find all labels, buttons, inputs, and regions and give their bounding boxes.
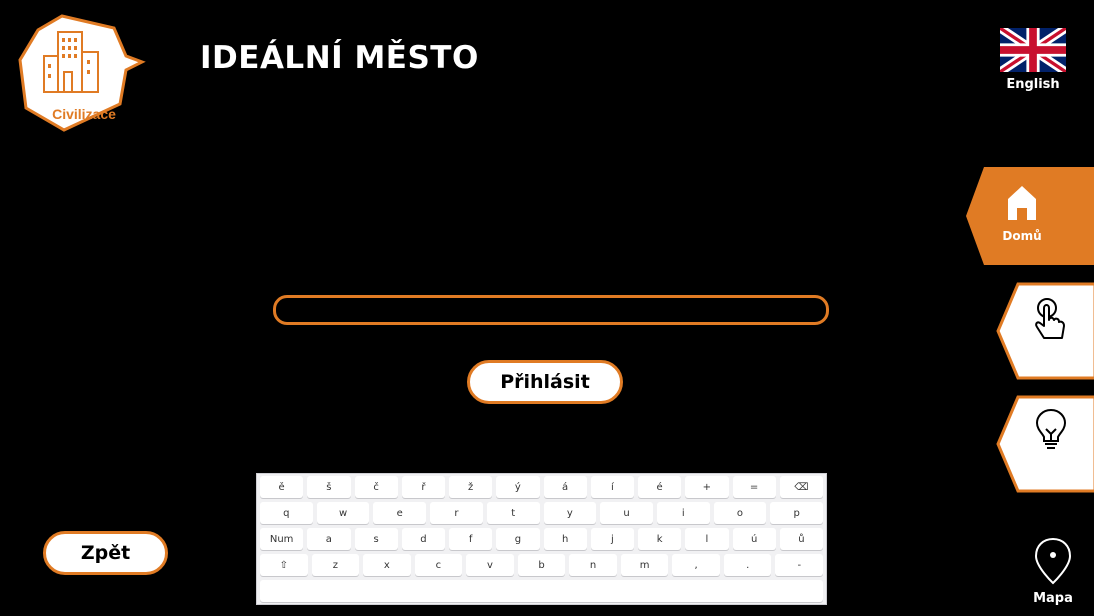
key[interactable]: é <box>638 476 682 498</box>
map-pin-icon <box>1034 537 1072 585</box>
keyboard-row-4: ⇧ z x c v b n m , . - <box>259 554 824 576</box>
key[interactable]: q <box>260 502 313 524</box>
key[interactable]: o <box>713 502 767 524</box>
civilizace-logo: Civilizace <box>14 12 146 134</box>
learn-label-line2: se více <box>1028 471 1076 485</box>
keyboard-row-2: q w e r t y u i o p <box>259 502 824 524</box>
key[interactable]: u <box>600 502 653 524</box>
key[interactable]: a <box>307 528 351 550</box>
key[interactable]: n <box>569 554 617 576</box>
uk-flag-icon <box>1000 28 1066 72</box>
key[interactable]: w <box>316 502 370 524</box>
shift-key[interactable]: ⇧ <box>260 554 308 576</box>
key[interactable]: x <box>363 554 411 576</box>
key[interactable]: ú <box>732 528 776 550</box>
login-button[interactable]: Přihlásit <box>467 360 623 404</box>
key[interactable]: l <box>685 528 729 550</box>
space-bar[interactable] <box>260 580 823 602</box>
key[interactable]: . <box>723 554 772 576</box>
key[interactable]: m <box>620 554 669 576</box>
key[interactable]: - <box>775 554 824 576</box>
home-icon <box>1008 186 1036 220</box>
sidebar-learn-label: Dozvědět se více <box>1016 457 1088 485</box>
key[interactable]: + <box>685 476 729 498</box>
on-screen-keyboard: ě š č ř ž ý á í é + = ⌫ q w e r t y u i … <box>256 473 827 605</box>
key[interactable]: f <box>449 528 493 550</box>
sidebar-item-howto[interactable]: Jak na to <box>996 282 1094 380</box>
key[interactable]: j <box>590 528 634 550</box>
map-button[interactable]: Mapa <box>1030 536 1076 606</box>
keyboard-row-3: Num a s d f g h j k l ú ů <box>259 528 824 550</box>
map-label: Mapa <box>1033 591 1073 606</box>
key[interactable]: t <box>486 502 540 524</box>
sidebar-howto-label: Jak na to <box>1022 350 1082 364</box>
learn-label-line1: Dozvědět <box>1020 457 1084 471</box>
language-switch[interactable]: English <box>1000 28 1066 92</box>
key[interactable]: , <box>672 554 720 576</box>
sidebar-home-label: Domů <box>1002 229 1042 243</box>
back-button[interactable]: Zpět <box>43 531 168 575</box>
lightbulb-icon <box>1035 408 1067 449</box>
key[interactable]: i <box>656 502 710 524</box>
key[interactable]: p <box>770 502 824 524</box>
key[interactable]: b <box>517 554 566 576</box>
key[interactable]: í <box>590 476 634 498</box>
key[interactable]: c <box>414 554 463 576</box>
num-key[interactable]: Num <box>260 528 304 550</box>
key[interactable]: š <box>307 476 351 498</box>
key[interactable]: ě <box>260 476 304 498</box>
key[interactable]: h <box>543 528 587 550</box>
backspace-key[interactable]: ⌫ <box>779 476 823 498</box>
key[interactable]: ů <box>779 528 823 550</box>
key[interactable]: k <box>638 528 682 550</box>
key[interactable]: r <box>430 502 483 524</box>
key[interactable]: ř <box>401 476 445 498</box>
key[interactable]: = <box>732 476 776 498</box>
key[interactable]: v <box>466 554 514 576</box>
touch-hand-icon <box>1035 298 1065 339</box>
language-label: English <box>1006 77 1060 92</box>
key[interactable]: y <box>543 502 597 524</box>
key[interactable]: e <box>373 502 427 524</box>
key[interactable]: d <box>401 528 445 550</box>
key[interactable]: s <box>354 528 398 550</box>
keyboard-row-1: ě š č ř ž ý á í é + = ⌫ <box>259 476 824 498</box>
sidebar-item-home[interactable]: Domů <box>966 167 1094 265</box>
key[interactable]: ž <box>449 476 493 498</box>
access-code-input[interactable] <box>273 295 829 325</box>
key[interactable]: z <box>311 554 360 576</box>
key[interactable]: á <box>543 476 587 498</box>
sidebar-item-learn-more[interactable]: Dozvědět se více <box>996 395 1094 493</box>
logo-label: Civilizace <box>52 106 116 122</box>
key[interactable]: č <box>354 476 398 498</box>
key[interactable]: ý <box>496 476 540 498</box>
key[interactable]: g <box>496 528 540 550</box>
page-title: IDEÁLNÍ MĚSTO <box>200 40 479 76</box>
